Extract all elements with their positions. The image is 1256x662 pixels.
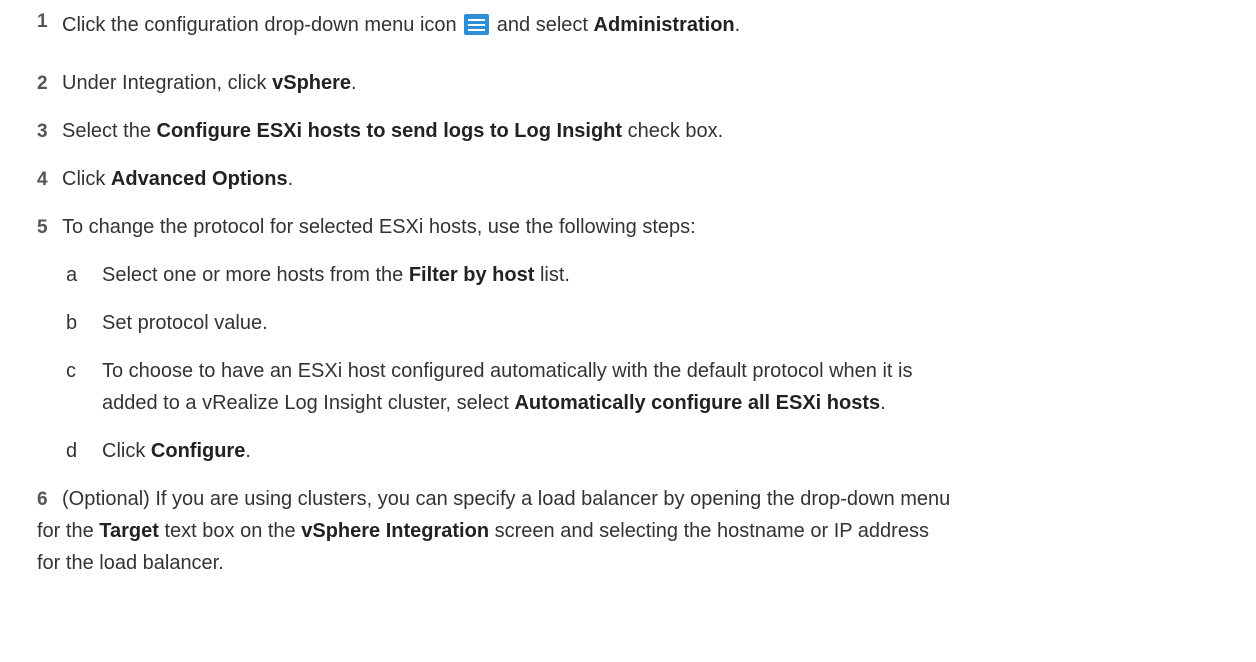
substep-d: d Click Configure.	[0, 436, 1256, 468]
step-text: Under Integration, click vSphere.	[62, 72, 357, 94]
step-5: 5 To change the protocol for selected ES…	[0, 212, 1256, 244]
substep-letter: c	[66, 360, 76, 382]
substep-b: b Set protocol value.	[0, 308, 1256, 340]
substep-c: c To choose to have an ESXi host configu…	[0, 356, 1256, 420]
substep-a: a Select one or more hosts from the Filt…	[0, 260, 1256, 292]
step-text-line-3: for the load balancer.	[37, 552, 224, 574]
step-text: Click the configuration drop-down menu i…	[62, 14, 741, 36]
substep-text: Click Configure.	[102, 440, 251, 462]
step-text: To change the protocol for selected ESXi…	[62, 216, 696, 238]
step-number: 3	[37, 121, 48, 142]
step-number: 5	[37, 217, 48, 238]
step-number: 1	[37, 11, 48, 32]
step-1: 1 Click the configuration drop-down menu…	[0, 10, 1256, 42]
hamburger-menu-icon	[464, 14, 490, 35]
step-text: Click Advanced Options.	[62, 168, 294, 190]
step-number: 6	[37, 489, 48, 510]
step-text-line-2: for the Target text box on the vSphere I…	[37, 520, 929, 542]
step-3: 3 Select the Configure ESXi hosts to sen…	[0, 116, 1256, 148]
substep-letter: b	[66, 312, 78, 334]
step-number: 2	[37, 73, 48, 94]
step-6: 6 (Optional) If you are using clusters, …	[0, 484, 1256, 584]
substep-text: Select one or more hosts from the Filter…	[102, 264, 570, 286]
substep-text-line-1: To choose to have an ESXi host configure…	[102, 360, 913, 382]
step-2: 2 Under Integration, click vSphere.	[0, 68, 1256, 100]
step-4: 4 Click Advanced Options.	[0, 164, 1256, 196]
step-text-line-1: (Optional) If you are using clusters, yo…	[62, 488, 951, 510]
substep-text-line-2: added to a vRealize Log Insight cluster,…	[102, 392, 886, 414]
substep-text: Set protocol value.	[102, 312, 268, 334]
documentation-procedure: 1 Click the configuration drop-down menu…	[0, 0, 1256, 662]
substep-letter: d	[66, 440, 78, 462]
substep-letter: a	[66, 264, 78, 286]
step-number: 4	[37, 169, 48, 190]
step-text: Select the Configure ESXi hosts to send …	[62, 120, 724, 142]
